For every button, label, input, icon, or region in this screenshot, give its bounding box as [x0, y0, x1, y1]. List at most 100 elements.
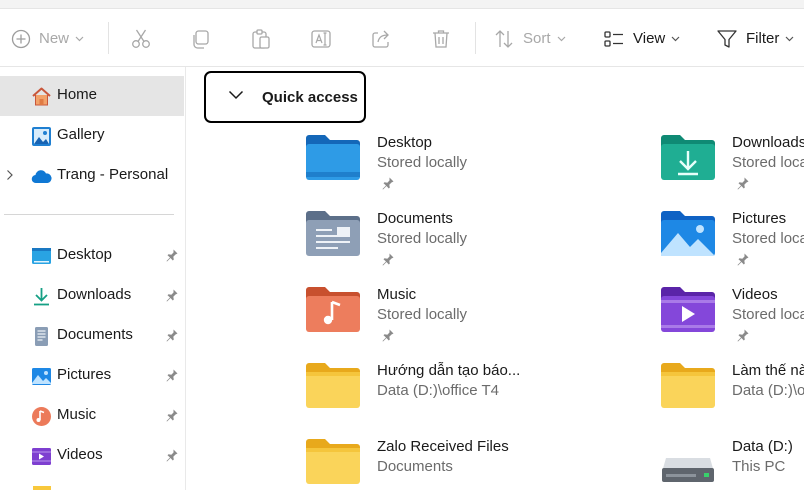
- music-icon: [32, 407, 51, 426]
- sort-arrows-icon: [495, 29, 513, 48]
- share-icon: [372, 30, 389, 48]
- copy-button[interactable]: [190, 10, 212, 67]
- quick-access-item-documents[interactable]: Documents Stored locally: [305, 210, 635, 286]
- onedrive-cloud-icon: [31, 170, 52, 184]
- quick-access-item-videos[interactable]: Videos Stored locally: [660, 286, 804, 362]
- toolbar-separator: [108, 22, 109, 54]
- item-location: Documents: [377, 458, 453, 475]
- quick-access-item-pictures[interactable]: Pictures Stored locally: [660, 210, 804, 286]
- pin-icon: [382, 177, 394, 190]
- home-icon: [32, 87, 51, 106]
- sidebar-item-label: Home: [57, 86, 98, 103]
- view-label: View: [633, 30, 666, 47]
- sidebar-item-videos[interactable]: Videos: [0, 436, 184, 476]
- downloads-folder-icon: [661, 135, 715, 180]
- chevron-down-icon: [671, 36, 680, 41]
- quick-access-item-folder[interactable]: Hướng dẫn tạo báo... Data (D:)\office T4: [305, 362, 635, 438]
- pin-icon[interactable]: [165, 328, 179, 342]
- pin-icon[interactable]: [165, 448, 179, 462]
- folder-icon: [306, 363, 360, 408]
- gallery-icon: [32, 127, 51, 146]
- item-name: Zalo Received Files: [377, 438, 509, 455]
- item-location: Stored locally: [377, 230, 468, 247]
- sidebar-item-onedrive[interactable]: Trang - Personal: [0, 156, 184, 196]
- paste-button[interactable]: [250, 10, 272, 67]
- share-button[interactable]: [370, 10, 392, 67]
- new-label: New: [39, 30, 70, 47]
- view-list-icon: [604, 30, 623, 47]
- item-location: Stored locally: [377, 154, 468, 171]
- sidebar-item-documents[interactable]: Documents: [0, 316, 184, 356]
- delete-button[interactable]: [430, 10, 452, 67]
- rename-button[interactable]: [310, 10, 332, 67]
- pictures-icon: [32, 368, 51, 385]
- quick-access-item-folder[interactable]: Làm thế nà Data (D:)\o: [660, 362, 804, 438]
- music-folder-icon: [306, 287, 360, 332]
- item-location: This PC: [732, 458, 786, 475]
- videos-icon: [32, 448, 51, 465]
- item-location: Data (D:)\o: [732, 382, 804, 399]
- item-name: Music: [377, 286, 417, 303]
- sort-button[interactable]: Sort: [493, 10, 566, 67]
- quick-access-item-folder[interactable]: Zalo Received Files Documents: [305, 438, 635, 490]
- item-name: Desktop: [377, 134, 433, 151]
- new-button[interactable]: New: [11, 10, 84, 67]
- trash-icon: [433, 29, 449, 48]
- sidebar-item-pictures[interactable]: Pictures: [0, 356, 184, 396]
- sidebar-item-label: Downloads: [57, 286, 132, 303]
- chevron-right-icon[interactable]: [6, 169, 14, 181]
- quick-access-item-downloads[interactable]: Downloads Stored locally: [660, 134, 804, 210]
- sidebar-item-label: Trang - Personal: [57, 166, 169, 183]
- sidebar-item-gallery[interactable]: Gallery: [0, 116, 184, 156]
- item-location: Stored locally: [732, 306, 804, 323]
- pin-icon: [737, 253, 749, 266]
- sidebar-item-label: Documents: [57, 326, 133, 343]
- pin-icon: [737, 329, 749, 342]
- drive-icon: [662, 458, 714, 482]
- item-name: Data (D:): [732, 438, 793, 455]
- sidebar-item-downloads[interactable]: Downloads: [0, 276, 184, 316]
- quick-access-item-desktop[interactable]: Desktop Stored locally: [305, 134, 635, 210]
- clipboard-icon: [252, 28, 270, 49]
- title-bar-strip: [0, 0, 804, 9]
- chevron-down-icon: [228, 90, 244, 100]
- chevron-down-icon: [75, 36, 84, 41]
- folder-icon: [661, 363, 715, 408]
- downloads-icon: [34, 288, 49, 306]
- quick-access-title: Quick access: [262, 89, 358, 106]
- sidebar-item-label: Videos: [57, 446, 103, 463]
- desktop-icon: [32, 248, 51, 264]
- view-button[interactable]: View: [603, 10, 680, 67]
- pin-icon: [382, 329, 394, 342]
- item-name: Videos: [732, 286, 778, 303]
- scissors-icon: [132, 29, 150, 48]
- sort-label: Sort: [523, 30, 551, 47]
- rename-icon: [311, 29, 331, 48]
- quick-access-item-music[interactable]: Music Stored locally: [305, 286, 635, 362]
- chevron-down-icon: [785, 36, 794, 41]
- item-name: Downloads: [732, 134, 804, 151]
- chevron-down-icon: [557, 36, 565, 41]
- quick-access-item-drive[interactable]: Data (D:) This PC: [660, 438, 804, 490]
- pin-icon[interactable]: [165, 248, 179, 262]
- cut-button[interactable]: [130, 10, 152, 67]
- pin-icon[interactable]: [165, 408, 179, 422]
- documents-icon: [35, 327, 48, 346]
- item-location: Stored locally: [377, 306, 468, 323]
- pin-icon[interactable]: [165, 368, 179, 382]
- sidebar-item-music[interactable]: Music: [0, 396, 184, 436]
- item-location: Stored locally: [732, 154, 804, 171]
- toolbar-separator: [475, 22, 476, 54]
- videos-folder-icon: [661, 287, 715, 332]
- documents-folder-icon: [306, 211, 360, 256]
- filter-button[interactable]: Filter: [716, 10, 794, 67]
- pin-icon[interactable]: [165, 288, 179, 302]
- folder-icon: [306, 439, 360, 484]
- sidebar-item-desktop[interactable]: Desktop: [0, 236, 184, 276]
- quick-access-header[interactable]: Quick access: [204, 71, 366, 123]
- sidebar-item-home[interactable]: Home: [0, 76, 184, 116]
- sidebar-item-label: Music: [57, 406, 97, 423]
- item-name: Làm thế nà: [732, 362, 804, 379]
- sidebar-divider: [4, 214, 174, 215]
- filter-funnel-icon: [717, 29, 737, 48]
